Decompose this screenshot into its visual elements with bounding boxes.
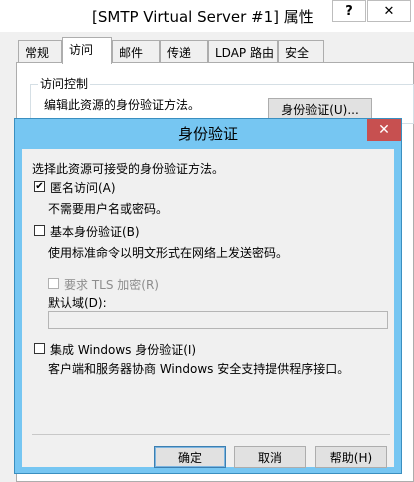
basic-auth-label[interactable]: 基本身份验证(B) — [50, 223, 140, 240]
dialog-close-button[interactable]: ✕ — [367, 119, 401, 141]
close-icon: ✕ — [378, 122, 390, 138]
require-tls-label: 要求 TLS 加密(R) — [64, 278, 159, 292]
anonymous-access-label[interactable]: 匿名访问(A) — [50, 179, 116, 196]
tab-label: 常规 — [25, 46, 50, 60]
dialog-title: 身份验证 — [177, 125, 238, 143]
tab-access[interactable]: 访问 — [62, 37, 112, 64]
tab-label: 安全 — [285, 46, 310, 60]
anonymous-access-checkbox[interactable]: ✔ — [34, 181, 45, 192]
window-title: [SMTP Virtual Server #1] 属性 — [92, 8, 314, 26]
integrated-windows-auth-checkbox[interactable] — [34, 343, 45, 354]
checkmark-icon: ✔ — [35, 180, 44, 192]
tab-label: 传递 — [167, 46, 192, 60]
integrated-windows-auth-description: 客户端和服务器协商 Windows 安全支持提供程序接口。 — [48, 362, 350, 376]
help-title-button[interactable]: ? — [332, 0, 366, 22]
dialog-intro-text: 选择此资源可接受的身份验证方法。 — [32, 162, 225, 176]
close-window-button[interactable]: ✕ — [367, 0, 411, 22]
default-domain-label: 默认域(D): — [48, 296, 107, 310]
require-tls-checkbox — [48, 278, 59, 289]
tab-security[interactable]: 安全 — [278, 40, 324, 62]
basic-auth-checkbox[interactable] — [34, 225, 45, 236]
default-domain-input — [48, 311, 388, 329]
tab-label: 邮件 — [119, 46, 144, 60]
basic-auth-description: 使用标准命令以明文形式在网络上发送密码。 — [48, 246, 289, 260]
ok-button[interactable]: 确定 — [154, 446, 226, 468]
access-control-title: 访问控制 — [38, 75, 91, 92]
tab-delivery[interactable]: 传递 — [160, 40, 208, 62]
access-control-description: 编辑此资源的身份验证方法。 — [44, 98, 201, 112]
help-button[interactable]: 帮助(H) — [315, 446, 387, 468]
tab-mail[interactable]: 邮件 — [112, 40, 160, 62]
cancel-button[interactable]: 取消 — [234, 446, 306, 468]
tab-general[interactable]: 常规 — [18, 40, 62, 62]
anonymous-access-description: 不需要用户名或密码。 — [48, 202, 169, 216]
integrated-windows-auth-label[interactable]: 集成 Windows 身份验证(I) — [50, 341, 196, 358]
question-icon: ? — [345, 3, 353, 19]
dialog-divider — [32, 434, 390, 435]
tab-label: 访问 — [69, 43, 94, 57]
authentication-button[interactable]: 身份验证(U)... — [268, 98, 372, 120]
tab-ldap-routing[interactable]: LDAP 路由 — [208, 40, 278, 62]
close-icon: ✕ — [383, 3, 395, 19]
tab-label: LDAP 路由 — [215, 46, 274, 60]
